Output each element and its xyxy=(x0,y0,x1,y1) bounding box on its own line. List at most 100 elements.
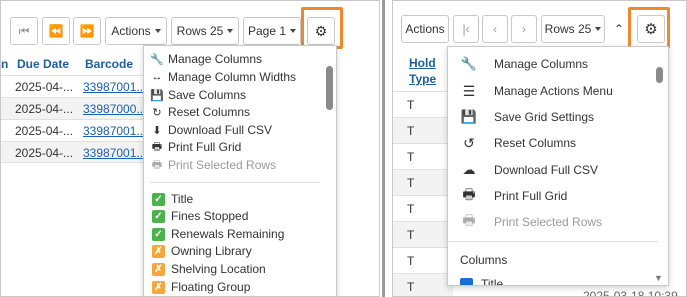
actions-button[interactable]: Actions xyxy=(105,17,167,45)
column-toggle-fines-stopped[interactable]: ✓ Fines Stopped xyxy=(152,209,248,223)
checkbox-unchecked-icon: ✗ xyxy=(152,280,165,294)
previous-page-icon: ⏪ xyxy=(48,24,64,38)
hold-type-cell: T xyxy=(407,98,415,112)
due-date-cell: 2025-04-... xyxy=(15,102,74,116)
menu-item-download-csv[interactable]: ☁ Download Full CSV xyxy=(460,162,599,177)
table-row[interactable]: 2025-04-... 33987001... xyxy=(1,75,151,97)
column-toggle-floating-group[interactable]: ✗ Floating Group xyxy=(152,280,250,294)
menu-item-reset-columns[interactable]: ↻ Reset Columns xyxy=(150,105,250,119)
grid-header-row: n Due Date Barcode xyxy=(1,53,151,75)
table-row[interactable]: T xyxy=(393,169,453,195)
right-grid-panel: Actions |‹ ‹ › Rows 25 ⌃ ⚙ Hold Type T T… xyxy=(392,0,687,297)
wrench-icon: 🔧 xyxy=(150,53,164,66)
column-toggle-shelving-location[interactable]: ✗ Shelving Location xyxy=(152,262,266,276)
checkbox-unchecked-icon: ✗ xyxy=(152,244,165,258)
chevron-right-icon: › xyxy=(522,22,526,36)
column-header-due-date[interactable]: Due Date xyxy=(17,57,69,71)
menu-item-print-selected-rows: 🖶 Print Selected Rows xyxy=(151,158,277,172)
column-toggle-title[interactable]: ✓ Title xyxy=(152,192,193,206)
wrench-icon: 🔧 xyxy=(460,56,478,71)
column-toggle-title[interactable]: Title xyxy=(460,277,503,285)
table-row[interactable]: 2025-04-... 33987001... xyxy=(1,141,151,163)
actions-label: Actions xyxy=(405,22,445,36)
checkbox-unchecked-icon: ✗ xyxy=(152,262,165,276)
actions-button[interactable]: Actions xyxy=(401,15,449,43)
rows-per-page-button[interactable]: Rows 25 xyxy=(541,15,605,43)
scroll-down-arrow-icon[interactable]: ▼ xyxy=(654,273,663,283)
resize-arrows-icon: ↔ xyxy=(151,71,163,83)
menu-item-manage-column-widths[interactable]: ↔ Manage Column Widths xyxy=(150,70,297,84)
table-row[interactable]: T xyxy=(393,247,453,273)
menu-item-manage-columns[interactable]: 🔧 Manage Columns xyxy=(460,56,588,71)
first-page-button[interactable]: ⏮ xyxy=(10,17,38,45)
grid-settings-menu: 🔧 Manage Columns ☰ Manage Actions Menu 💾 Sa… xyxy=(447,46,669,286)
barcode-link[interactable]: 33987001... xyxy=(83,124,146,138)
page-select-button[interactable]: Page 1 xyxy=(243,17,301,45)
chevron-up-icon: ⌃ xyxy=(613,22,625,36)
refresh-icon: ↻ xyxy=(152,106,162,119)
table-row[interactable]: T xyxy=(393,117,453,143)
column-header-hold-type[interactable]: Hold Type xyxy=(409,55,436,87)
menu-divider xyxy=(448,241,658,242)
table-row[interactable]: T xyxy=(393,91,453,117)
print-icon: 🖶 xyxy=(151,158,163,171)
column-header-partial[interactable]: n xyxy=(1,57,8,71)
menu-item-save-columns[interactable]: 💾 Save Columns xyxy=(150,88,246,102)
column-toggle-owning-library[interactable]: ✗ Owning Library xyxy=(152,244,252,258)
menu-item-manage-actions-menu[interactable]: ☰ Manage Actions Menu xyxy=(460,82,613,99)
hold-type-cell: T xyxy=(407,228,415,242)
due-date-cell: 2025-04-... xyxy=(15,80,74,94)
collapse-button[interactable]: ⌃ xyxy=(608,15,630,43)
next-page-icon: ⏩ xyxy=(79,24,95,38)
barcode-link[interactable]: 33987001... xyxy=(83,146,146,160)
left-grid-panel: ⏮ ⏪ ⏩ Actions Rows 25 Page 1 ⚙ n Due Dat… xyxy=(0,0,380,297)
table-row[interactable]: 2025-04-... 33987000... xyxy=(1,97,151,119)
caret-down-icon xyxy=(595,27,602,31)
menu-item-print-full-grid[interactable]: 🖶 Print Full Grid xyxy=(150,140,242,154)
barcode-link[interactable]: 33987000... xyxy=(83,102,146,116)
rows-per-page-button[interactable]: Rows 25 xyxy=(171,17,239,45)
hamburger-icon: ☰ xyxy=(462,82,476,99)
menu-item-download-csv[interactable]: ⬇ Download Full CSV xyxy=(150,123,272,137)
next-page-button[interactable]: ⏩ xyxy=(73,17,101,45)
table-row[interactable]: T xyxy=(393,273,453,296)
column-header-barcode[interactable]: Barcode xyxy=(85,57,133,71)
checkbox-checked-icon: ✓ xyxy=(152,209,165,223)
menu-item-print-full-grid[interactable]: 🖶 Print Full Grid xyxy=(460,186,567,203)
hold-type-cell: T xyxy=(407,176,415,190)
first-page-icon: |‹ xyxy=(462,22,470,36)
table-row[interactable]: T xyxy=(393,143,453,169)
column-toggle-renewals-remaining[interactable]: ✓ Renewals Remaining xyxy=(152,227,284,241)
hold-type-cell: T xyxy=(407,150,415,164)
next-page-button[interactable]: › xyxy=(511,15,537,43)
print-icon: 🖶 xyxy=(151,140,163,153)
checkbox-checked-icon: ✓ xyxy=(152,227,165,241)
menu-item-reset-columns[interactable]: ↺ Reset Columns xyxy=(460,135,576,151)
table-row[interactable]: T xyxy=(393,221,453,247)
due-date-cell: 2025-04-... xyxy=(15,146,74,160)
previous-page-button[interactable]: ⏪ xyxy=(42,17,70,45)
menu-scrollbar[interactable] xyxy=(656,67,663,83)
hold-type-cell: T xyxy=(407,254,415,268)
date-cell: 2025-03-18 10:39 xyxy=(583,289,678,297)
chevron-left-icon: ‹ xyxy=(493,22,497,36)
save-icon: 💾 xyxy=(460,109,478,124)
print-icon: 🖶 xyxy=(462,186,476,202)
previous-page-button[interactable]: ‹ xyxy=(482,15,508,43)
caret-down-icon xyxy=(290,29,297,33)
table-row[interactable]: 2025-04-... 33987001... xyxy=(1,119,151,141)
cloud-download-icon: ☁ xyxy=(462,162,476,177)
hold-type-cell: T xyxy=(407,202,415,216)
first-page-icon: ⏮ xyxy=(18,23,30,38)
menu-item-save-grid-settings[interactable]: 💾 Save Grid Settings xyxy=(460,109,594,124)
hold-type-cell: T xyxy=(407,124,415,138)
panel-divider xyxy=(380,0,392,297)
actions-label: Actions xyxy=(111,24,151,38)
barcode-link[interactable]: 33987001... xyxy=(83,80,146,94)
hold-type-cell: T xyxy=(407,280,415,294)
columns-heading: Columns xyxy=(460,253,508,267)
first-page-button[interactable]: |‹ xyxy=(453,15,479,43)
menu-item-manage-columns[interactable]: 🔧 Manage Columns xyxy=(150,52,262,66)
menu-scrollbar[interactable] xyxy=(326,66,333,110)
table-row[interactable]: T xyxy=(393,195,453,221)
